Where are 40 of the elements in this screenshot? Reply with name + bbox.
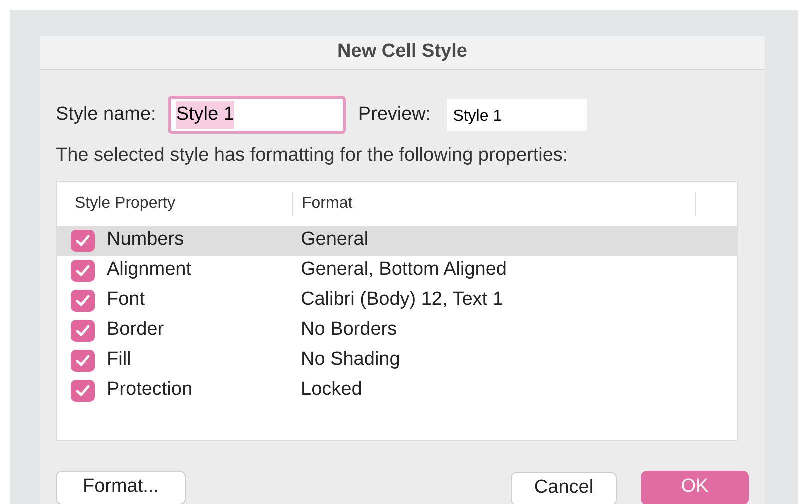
format-value: General (301, 228, 369, 252)
checkmark-icon (76, 294, 90, 306)
property-name: Numbers (107, 228, 186, 252)
checkbox[interactable] (71, 290, 95, 312)
property-name: Fill (107, 348, 132, 372)
checkbox[interactable] (71, 260, 95, 282)
checkbox[interactable] (71, 230, 95, 252)
format-value: No Shading (301, 348, 400, 372)
property-row[interactable]: Protection Locked (57, 376, 737, 406)
property-name: Font (107, 288, 146, 312)
property-name: Border (107, 318, 166, 342)
checkmark-icon (76, 264, 90, 276)
property-name: Protection (107, 378, 194, 402)
format-value: No Borders (301, 318, 398, 342)
cancel-button[interactable]: Cancel (511, 472, 617, 504)
checkmark-icon (76, 384, 90, 396)
property-row[interactable]: Numbers General (57, 226, 737, 256)
checkbox[interactable] (71, 350, 95, 372)
checkbox[interactable] (71, 380, 95, 402)
description-text: The selected style has formatting for the following properties: (56, 144, 570, 168)
property-row[interactable]: Border No Borders (57, 316, 737, 346)
property-row[interactable]: Fill No Shading (57, 346, 737, 376)
column-header: Style Property (57, 192, 293, 216)
field-label: Preview: (358, 102, 432, 127)
property-name: Alignment (107, 258, 192, 282)
checkmark-icon (76, 324, 90, 336)
format-button[interactable]: Format... (56, 470, 186, 504)
column-header: Format (293, 192, 696, 216)
checkbox[interactable] (71, 320, 95, 342)
window-title: New Cell Style (338, 40, 468, 64)
field-label: Style name: (56, 102, 156, 127)
format-value: General, Bottom Aligned (301, 258, 507, 282)
checkmark-icon (76, 354, 90, 366)
format-value: Calibri (Body) 12, Text 1 (301, 288, 504, 312)
style-name-field[interactable]: Style 1 (168, 96, 346, 134)
property-row[interactable]: Font Calibri (Body) 12, Text 1 (57, 286, 737, 316)
checkmark-icon (76, 234, 90, 246)
preview-box: Style 1 (447, 99, 588, 131)
property-row[interactable]: Alignment General, Bottom Aligned (57, 256, 737, 286)
format-value: Locked (301, 378, 362, 402)
